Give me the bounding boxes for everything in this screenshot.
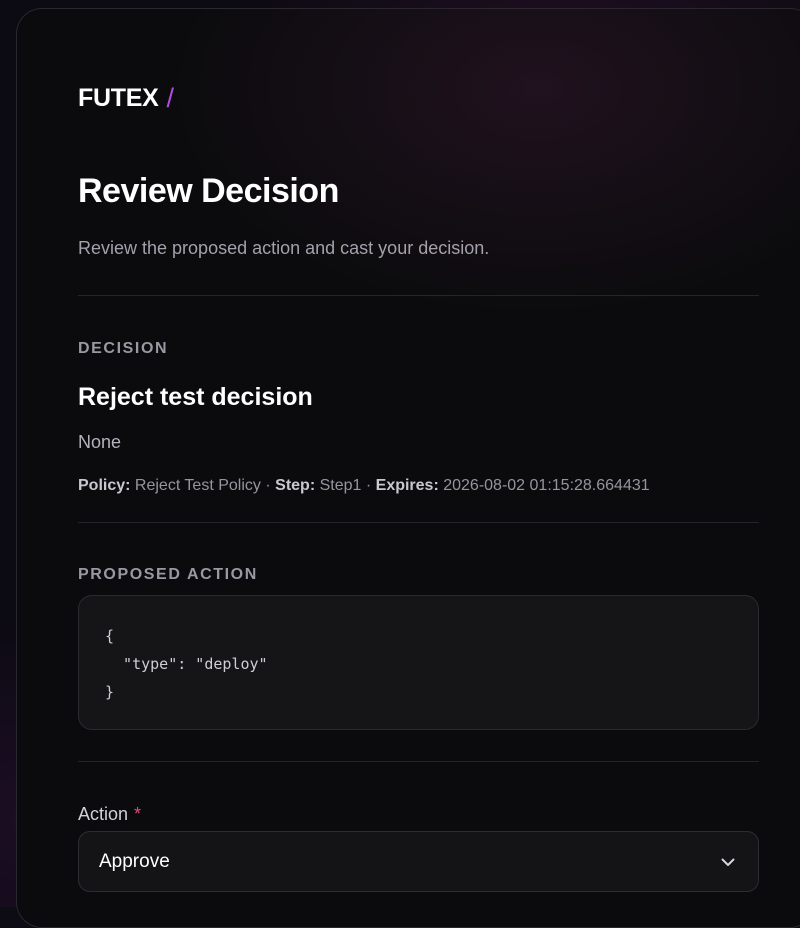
decision-title: Reject test decision (78, 383, 313, 411)
step-label: Step: (275, 477, 316, 494)
action-label-text: Action (78, 804, 129, 824)
divider (78, 522, 759, 523)
policy-label: Policy: (78, 477, 131, 494)
decision-meta: Policy: Reject Test Policy · Step: Step1… (78, 477, 650, 495)
action-select-value: Approve (99, 850, 170, 872)
proposed-action-section-label: PROPOSED ACTION (78, 566, 258, 583)
meta-separator: · (365, 477, 372, 494)
expires-label: Expires: (375, 477, 439, 494)
decision-description: None (78, 432, 122, 452)
meta-separator: · (265, 477, 271, 494)
expires-value: 2026-08-02 01:15:28.664431 (443, 477, 650, 494)
review-card: FUTEX / Review Decision Review the propo… (16, 8, 800, 928)
proposed-action-code-block: { "type": "deploy" } (78, 595, 759, 730)
decision-section-label: DECISION (78, 340, 169, 357)
required-marker: * (134, 804, 142, 824)
action-select[interactable]: Approve (78, 831, 759, 892)
brand-name: FUTEX (78, 83, 159, 112)
chevron-down-icon (718, 852, 738, 872)
proposed-action-code: { "type": "deploy" } (105, 627, 268, 701)
brand-separator: / (166, 82, 174, 113)
divider (78, 761, 759, 762)
brand-logo: FUTEX / (78, 83, 174, 113)
page-title: Review Decision (78, 172, 339, 210)
policy-value: Reject Test Policy (134, 477, 261, 494)
page-subtitle: Review the proposed action and cast your… (78, 238, 490, 258)
action-field-label: Action * (78, 804, 141, 825)
divider (78, 295, 759, 296)
step-value: Step1 (319, 477, 362, 494)
